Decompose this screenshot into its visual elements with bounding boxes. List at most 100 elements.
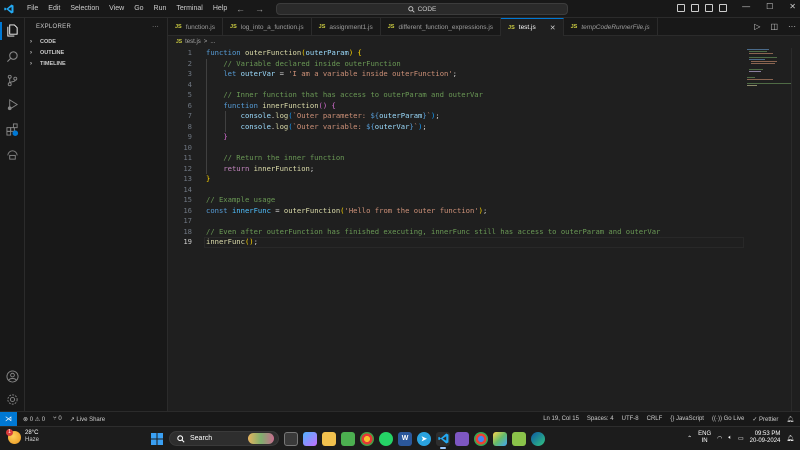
copilot-icon[interactable] <box>303 431 317 446</box>
app-icon-purple[interactable] <box>455 431 469 446</box>
code-line: 18 // Even after outerFunction has finish… <box>168 227 743 238</box>
tray-overflow-icon[interactable]: ⌃ <box>687 435 692 442</box>
explorer-icon[interactable] <box>6 24 19 37</box>
source-control-icon[interactable] <box>6 74 19 87</box>
section-code[interactable]: › CODE <box>25 36 167 47</box>
language-indicator[interactable]: ENG IN <box>698 431 711 445</box>
close-window-icon[interactable]: ✕ <box>789 2 796 11</box>
task-view-icon[interactable] <box>284 431 298 446</box>
back-arrow-icon[interactable]: ← <box>236 4 245 14</box>
forward-arrow-icon[interactable]: → <box>255 4 264 14</box>
chrome-icon[interactable] <box>360 431 374 446</box>
menu-help[interactable]: Help <box>208 5 232 12</box>
cursor-position[interactable]: Ln 19, Col 15 <box>543 416 579 422</box>
search-highlight-image <box>248 433 274 444</box>
js-file-icon: JS <box>175 24 182 30</box>
section-label: TIMELINE <box>40 60 66 67</box>
language-mode[interactable]: {} JavaScript <box>670 416 704 422</box>
code-editor[interactable]: 1 function outerFunction(outerParam) { 2 … <box>168 48 800 411</box>
go-live-button[interactable]: ((·)) Go Live <box>712 416 744 422</box>
menu-terminal[interactable]: Terminal <box>171 5 207 12</box>
battery-icon[interactable]: ▭ <box>738 435 744 442</box>
more-actions-icon[interactable]: ··· <box>152 24 159 30</box>
chevron-right-icon: › <box>30 60 32 67</box>
breadcrumb-symbol[interactable]: ... <box>210 39 215 45</box>
notifications-icon[interactable]: 🔔︎ <box>786 435 794 442</box>
title-bar: File Edit Selection View Go Run Terminal… <box>0 0 800 18</box>
taskbar-search[interactable]: Search <box>169 431 279 446</box>
manage-gear-icon[interactable] <box>6 393 19 406</box>
file-explorer-icon[interactable] <box>322 431 336 446</box>
account-icon[interactable] <box>6 370 19 383</box>
live-share-button[interactable]: ↗ Live Share <box>70 416 105 423</box>
prettier-status[interactable]: ✓ Prettier <box>752 416 778 423</box>
code-line: 10 <box>168 143 743 154</box>
more-editor-actions-icon[interactable]: ··· <box>788 22 796 31</box>
windows-start-icon[interactable] <box>150 432 164 446</box>
indentation[interactable]: Spaces: 4 <box>587 416 614 422</box>
whatsapp-icon[interactable] <box>379 431 393 446</box>
line-number: 14 <box>183 184 192 194</box>
clock-date: 20-09-2024 <box>749 438 781 444</box>
tab-log-into-a-function[interactable]: JS log_into_a_function.js <box>223 18 312 36</box>
notifications-bell-icon[interactable]: 🔔︎ <box>786 416 794 423</box>
section-outline[interactable]: › OUTLINE <box>25 47 167 58</box>
edge-icon[interactable] <box>531 431 545 446</box>
weather-badge: 1 <box>6 428 13 436</box>
run-debug-icon[interactable] <box>6 98 19 111</box>
remote-explorer-icon[interactable] <box>6 148 19 161</box>
tab-label: function.js <box>185 23 216 31</box>
tab-different-function-expressions[interactable]: JS different_function_expressions.js <box>381 18 502 36</box>
minimize-icon[interactable]: — <box>742 2 750 11</box>
tab-label: test.js <box>518 24 536 31</box>
tab-test[interactable]: JS test.js ✕ <box>501 18 564 36</box>
run-code-icon[interactable]: ▷ <box>754 22 760 31</box>
extensions-icon[interactable] <box>6 123 19 136</box>
editor-tabs: JS function.js JS log_into_a_function.js… <box>168 18 800 36</box>
menu-file[interactable]: File <box>22 5 43 12</box>
code-line: 16 const innerFunc = outerFunction('Hello… <box>168 206 743 217</box>
end-of-line[interactable]: CRLF <box>647 416 663 422</box>
maximize-icon[interactable]: ☐ <box>766 2 773 11</box>
code-text: // Inner function that has access to out… <box>223 90 483 99</box>
chrome-profile-icon[interactable] <box>474 431 488 446</box>
minimap[interactable] <box>745 48 795 108</box>
tab-assignment1[interactable]: JS assignment1.js <box>312 18 381 36</box>
menu-view[interactable]: View <box>104 5 129 12</box>
command-center-search[interactable]: CODE <box>276 3 568 15</box>
toggle-panel-icon[interactable] <box>691 4 699 12</box>
vscode-taskbar-icon[interactable] <box>436 431 450 449</box>
toggle-sidebar-icon[interactable] <box>677 4 685 12</box>
encoding[interactable]: UTF-8 <box>622 416 639 422</box>
section-timeline[interactable]: › TIMELINE <box>25 58 167 69</box>
menu-run[interactable]: Run <box>149 5 172 12</box>
vertical-scrollbar[interactable] <box>791 48 800 411</box>
section-label: CODE <box>40 38 56 45</box>
split-editor-icon[interactable]: ◫ <box>770 22 778 31</box>
line-number: 7 <box>187 111 192 120</box>
tab-temp-code-runner-file[interactable]: JS tempCodeRunnerFile.js <box>564 18 658 36</box>
close-tab-icon[interactable]: ✕ <box>550 24 556 32</box>
app-icon-green[interactable] <box>512 431 526 446</box>
wifi-icon[interactable]: ◠ <box>717 435 722 442</box>
app-icon-diamond[interactable] <box>493 431 507 446</box>
store-app-icon[interactable] <box>341 431 355 446</box>
tab-function[interactable]: JS function.js <box>168 18 224 36</box>
telegram-icon[interactable]: ➤ <box>417 431 431 446</box>
ports-count[interactable]: ⑂ 0 <box>53 416 62 422</box>
problems-count[interactable]: ⊗ 0 ⚠ 0 <box>23 416 45 423</box>
word-icon[interactable]: W <box>398 431 412 446</box>
menu-edit[interactable]: Edit <box>43 5 65 12</box>
line-number: 3 <box>187 69 192 78</box>
menu-selection[interactable]: Selection <box>65 5 104 12</box>
breadcrumb-file[interactable]: test.js <box>185 39 201 45</box>
weather-widget[interactable]: 1 28°C Haze <box>6 428 39 444</box>
remote-indicator-icon[interactable]: ⋊ <box>0 411 17 427</box>
toggle-secondary-sidebar-icon[interactable] <box>705 4 713 12</box>
menu-go[interactable]: Go <box>129 5 148 12</box>
search-view-icon[interactable] <box>6 50 19 63</box>
volume-icon[interactable]: 🔈︎ <box>728 435 732 442</box>
weather-sun-icon: 1 <box>6 428 21 444</box>
clock[interactable]: 09:53 PM 20-09-2024 <box>750 431 781 445</box>
customize-layout-icon[interactable] <box>719 4 727 12</box>
